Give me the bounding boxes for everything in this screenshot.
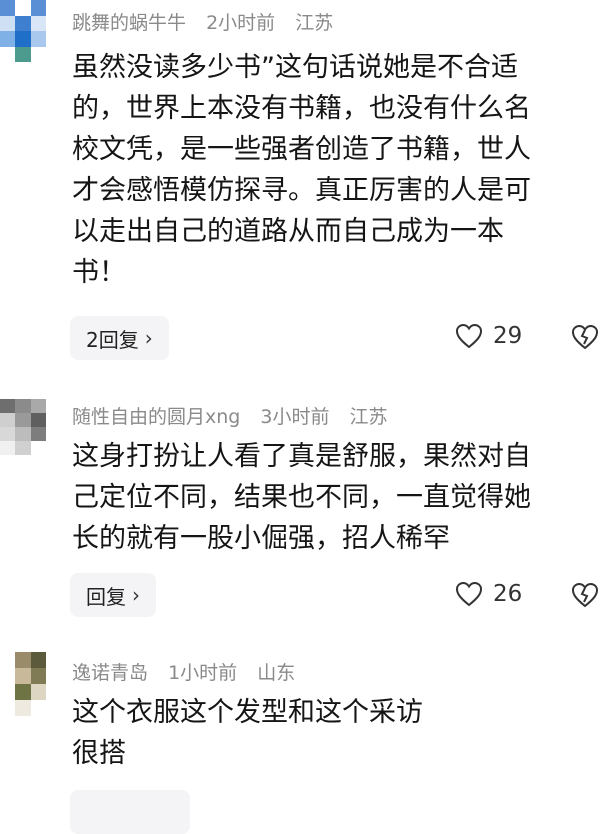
reply-label: 2回复 — [86, 327, 139, 352]
comment-meta: 逸诺青岛 1小时前 山东 — [72, 658, 295, 685]
chevron-right-icon: › — [144, 326, 153, 350]
comment-line: 这身打扮让人看了真是舒服，果然对自 — [72, 441, 531, 472]
like-count: 26 — [493, 581, 523, 607]
reply-button[interactable] — [70, 790, 190, 834]
comment-line: 才会感悟模仿探寻。真正厉害的人是可 — [72, 175, 531, 206]
comment-line: 很搭 — [72, 738, 126, 769]
comment-meta: 随性自由的圆月xng 3小时前 江苏 — [72, 402, 388, 429]
reply-button[interactable]: 2回复 › — [70, 316, 169, 360]
comment-line: 书！ — [72, 257, 126, 288]
timestamp: 1小时前 — [168, 662, 238, 684]
location: 江苏 — [349, 406, 388, 428]
reply-label: 回复 — [86, 584, 126, 609]
comment-line: 长的就有一股小倔强，招人稀罕 — [72, 523, 450, 554]
comment-line: 这个衣服这个发型和这个采访 — [72, 697, 423, 728]
comment-line: 校文凭，是一些强者创造了书籍，世人 — [72, 134, 531, 165]
comment-text: 虽然没读多少书”这句话说她是不合适 的，世界上本没有书籍，也没有什么名 校文凭，… — [72, 47, 582, 293]
avatar[interactable] — [0, 0, 46, 62]
comment-line: 虽然没读多少书”这句话说她是不合适 — [72, 52, 518, 83]
comment-meta: 跳舞的蜗牛牛 2小时前 江苏 — [72, 8, 333, 35]
comment-line: 以走出自己的道路从而自己成为一本 — [72, 216, 504, 247]
username[interactable]: 逸诺青岛 — [72, 662, 148, 684]
heart-icon — [455, 323, 483, 349]
like-count: 29 — [493, 323, 523, 349]
username[interactable]: 随性自由的圆月xng — [72, 406, 240, 428]
username[interactable]: 跳舞的蜗牛牛 — [72, 12, 186, 34]
comment-text: 这身打扮让人看了真是舒服，果然对自 己定位不同，结果也不同，一直觉得她 长的就有… — [72, 436, 582, 559]
chevron-right-icon: › — [132, 583, 140, 607]
timestamp: 2小时前 — [206, 12, 276, 34]
timestamp: 3小时前 — [260, 406, 330, 428]
heart-icon — [455, 581, 483, 607]
broken-heart-icon — [571, 582, 599, 608]
broken-heart-icon — [571, 324, 599, 350]
avatar[interactable] — [0, 399, 46, 455]
location: 山东 — [257, 662, 296, 684]
avatar[interactable] — [0, 652, 46, 716]
location: 江苏 — [295, 12, 334, 34]
like-button[interactable]: 29 — [455, 323, 522, 349]
comment-line: 的，世界上本没有书籍，也没有什么名 — [72, 93, 531, 124]
comment-line: 己定位不同，结果也不同，一直觉得她 — [72, 482, 531, 513]
dislike-button[interactable] — [570, 323, 600, 353]
dislike-button[interactable] — [570, 581, 600, 611]
like-button[interactable]: 26 — [455, 581, 522, 607]
comment-text: 这个衣服这个发型和这个采访 很搭 — [72, 692, 582, 774]
reply-button[interactable]: 回复 › — [70, 573, 156, 617]
